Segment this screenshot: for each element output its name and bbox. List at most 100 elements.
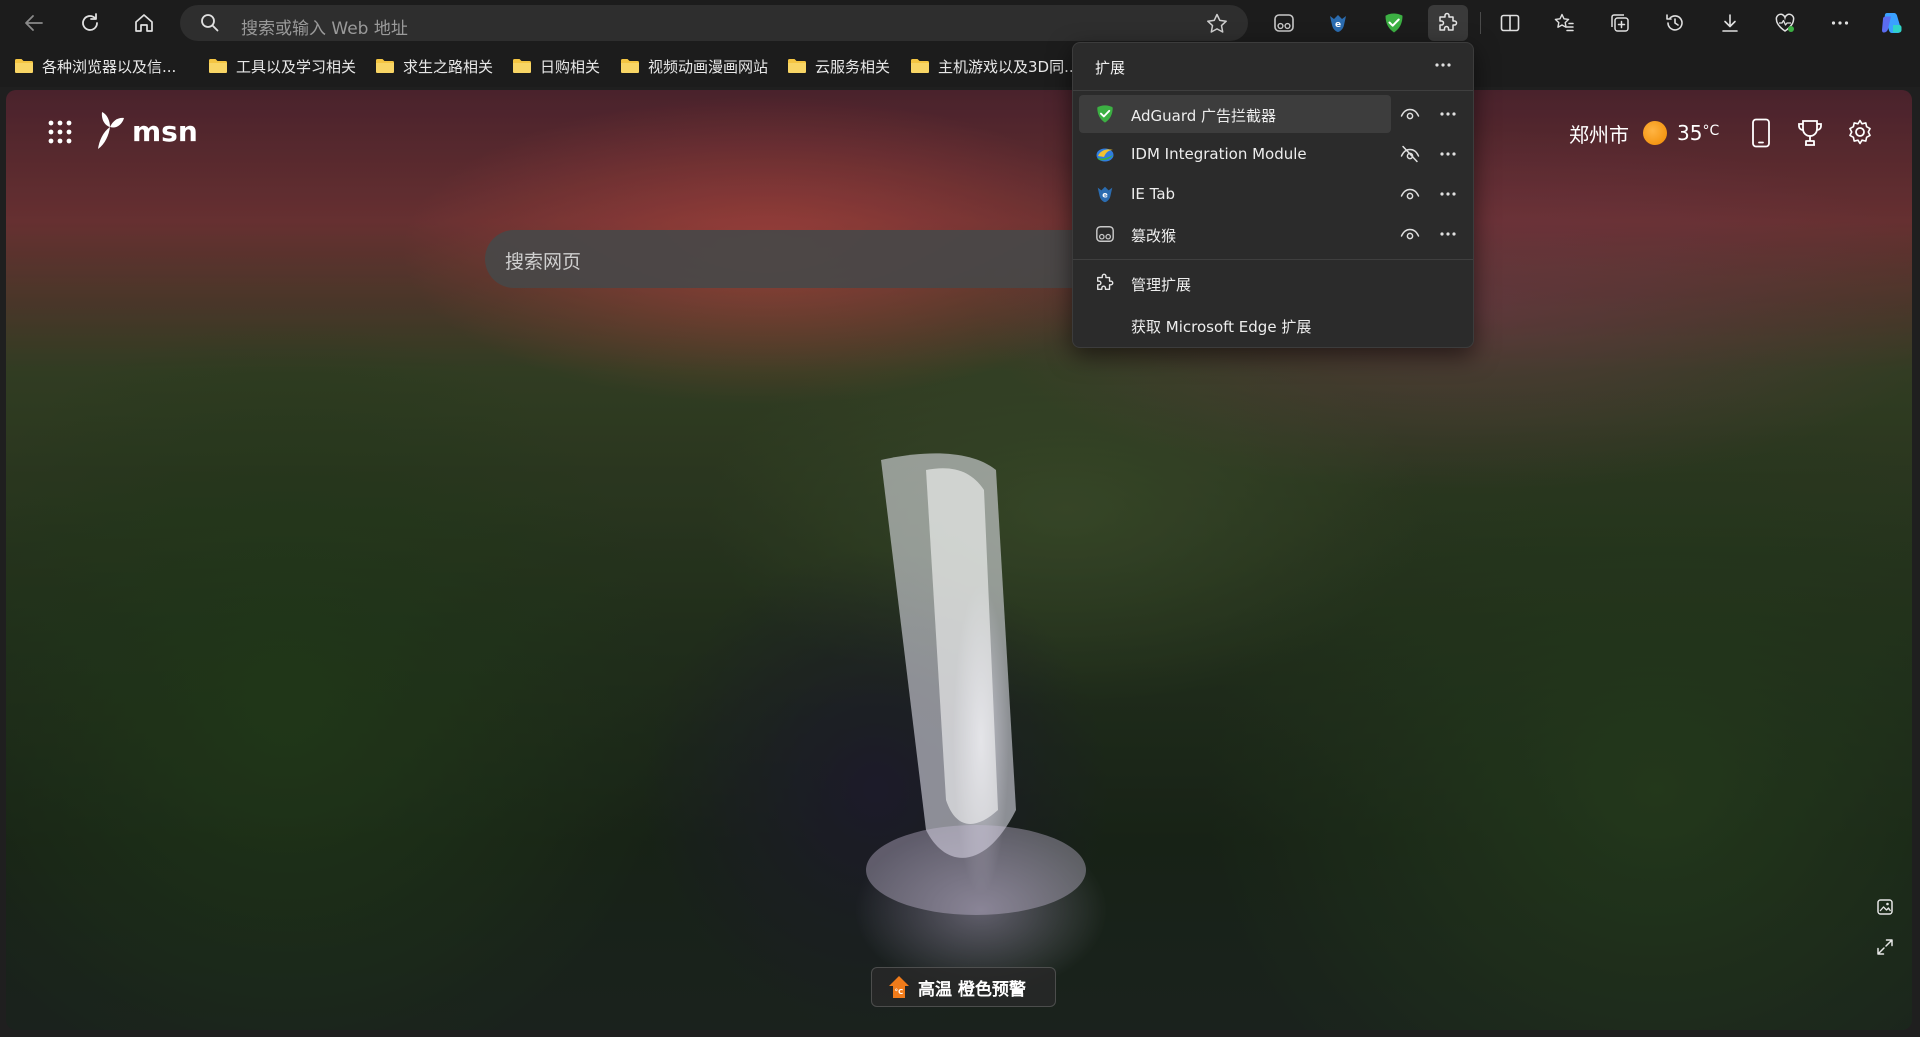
bookmark-folder[interactable]: 求生之路相关 [375,55,493,77]
eye-icon [1400,228,1420,240]
tampermonkey-icon [1095,224,1115,244]
downloads-button[interactable] [1710,5,1750,41]
high-temperature-warning-icon: °C [889,976,909,998]
bookmark-folder[interactable]: 云服务相关 [787,55,890,77]
bookmark-folder[interactable]: 工具以及学习相关 [208,55,356,77]
weather-temperature: 35 [1677,121,1703,145]
collections-button[interactable] [1600,5,1640,41]
home-button[interactable] [124,5,164,41]
heart-pulse-icon [1775,13,1795,32]
folder-icon [621,59,639,73]
weather-unit: °C [1702,123,1720,139]
extensions-popup-title: 扩展 [1095,59,1126,77]
folder-icon [15,59,33,73]
puzzle-icon [1095,273,1115,293]
adguard-shield-icon [1095,104,1115,124]
pin-visibility-toggle[interactable] [1397,142,1423,166]
image-icon [1877,899,1893,915]
copilot-button[interactable] [1872,5,1912,41]
sunny-weather-icon [1643,121,1667,145]
background-info-button[interactable] [1876,898,1894,916]
folder-icon [788,59,806,73]
extension-more-button[interactable] [1435,102,1461,126]
copilot-icon [1882,13,1902,33]
extension-label: IDM Integration Module [1131,145,1307,163]
pin-visibility-toggle[interactable] [1397,102,1423,126]
refresh-button[interactable] [70,5,110,41]
folder-icon [209,59,227,73]
ie-tab-toolbar-button[interactable]: e [1318,5,1358,41]
trophy-icon [1798,120,1822,146]
bookmark-folder[interactable]: 各种浏览器以及信... [14,55,176,77]
favorite-star-icon[interactable] [1206,13,1228,33]
weather-alert-badge[interactable]: °C 高温 橙色预警 [871,967,1056,1007]
manage-extensions-link[interactable]: 管理扩展 [1079,265,1461,301]
more-horizontal-icon [1831,21,1849,25]
extension-more-button[interactable] [1435,182,1461,206]
history-icon [1666,14,1683,31]
bookmark-folder[interactable]: 主机游戏以及3D同... [910,55,1078,77]
address-placeholder: 搜索或输入 Web 地址 [241,19,408,39]
tampermonkey-toolbar-button[interactable] [1264,5,1304,41]
web-search-placeholder: 搜索网页 [505,251,582,273]
settings-more-button[interactable] [1820,5,1860,41]
split-screen-icon [1500,14,1520,32]
waterfall-illustration [866,453,1086,915]
msn-logo-text: msn [132,114,198,148]
more-horizontal-icon [1440,152,1456,156]
get-extensions-label: 获取 Microsoft Edge 扩展 [1131,318,1312,336]
split-screen-button[interactable] [1490,5,1530,41]
bookmark-label: 主机游戏以及3D同... [938,57,1079,76]
pin-visibility-toggle[interactable] [1397,222,1423,246]
pin-visibility-toggle[interactable] [1397,182,1423,206]
extension-label: AdGuard 广告拦截器 [1131,107,1277,125]
extension-item-ie-tab[interactable]: e IE Tab [1079,175,1461,213]
browser-essentials-button[interactable] [1765,5,1805,41]
expand-diagonal-icon [1877,939,1893,955]
extensions-popup-more-button[interactable] [1429,53,1457,77]
more-horizontal-icon [1440,192,1456,196]
ie-tab-icon: e [1095,184,1115,204]
page-settings-button[interactable] [1846,118,1874,146]
rewards-button[interactable] [1796,118,1824,148]
tampermonkey-icon [1274,14,1294,32]
extension-item-tampermonkey[interactable]: 篡改猴 [1079,215,1461,253]
extension-label: IE Tab [1131,185,1176,203]
expand-button[interactable] [1876,938,1894,956]
get-extensions-link[interactable]: 获取 Microsoft Edge 扩展 [1079,307,1461,343]
bookmark-label: 各种浏览器以及信... [42,57,177,76]
refresh-icon [82,13,98,31]
folder-icon [513,59,531,73]
favorites-button[interactable] [1544,5,1584,41]
home-icon [135,14,153,32]
extension-item-adguard[interactable]: AdGuard 广告拦截器 [1079,95,1461,133]
ie-tab-icon: e [1330,15,1346,32]
mobile-app-button[interactable] [1750,118,1772,148]
more-horizontal-icon [1435,63,1451,67]
bookmark-folder[interactable]: 日购相关 [512,55,600,77]
folder-icon [376,59,394,73]
back-button[interactable] [14,5,54,41]
bookmark-folder[interactable]: 视频动画漫画网站 [620,55,768,77]
extension-more-button[interactable] [1435,222,1461,246]
adguard-toolbar-button[interactable] [1374,5,1414,41]
eye-icon [1400,108,1420,120]
back-arrow-icon [25,15,43,31]
extension-more-button[interactable] [1435,142,1461,166]
weather-widget[interactable]: 郑州市 35 °C [1569,120,1720,147]
phone-icon [1752,118,1770,148]
popup-divider [1073,259,1473,260]
extensions-popup: 扩展 AdGuard 广告拦截器 IDM Integration Module [1072,42,1474,348]
svg-text:°C: °C [895,988,904,996]
svg-text:e: e [1102,190,1108,200]
history-button[interactable] [1655,5,1695,41]
eye-off-icon [1400,145,1420,163]
address-bar[interactable]: 搜索或输入 Web 地址 [180,5,1248,41]
extensions-button[interactable] [1428,5,1468,41]
popup-divider [1073,90,1473,91]
bookmarks-bar: 各种浏览器以及信... 工具以及学习相关 求生之路相关 日购相关 视频动画漫画网… [0,45,1920,87]
msn-logo[interactable]: msn [94,110,198,152]
extension-item-idm[interactable]: IDM Integration Module [1079,135,1461,173]
idm-icon [1095,144,1115,164]
app-launcher-button[interactable] [46,118,74,146]
